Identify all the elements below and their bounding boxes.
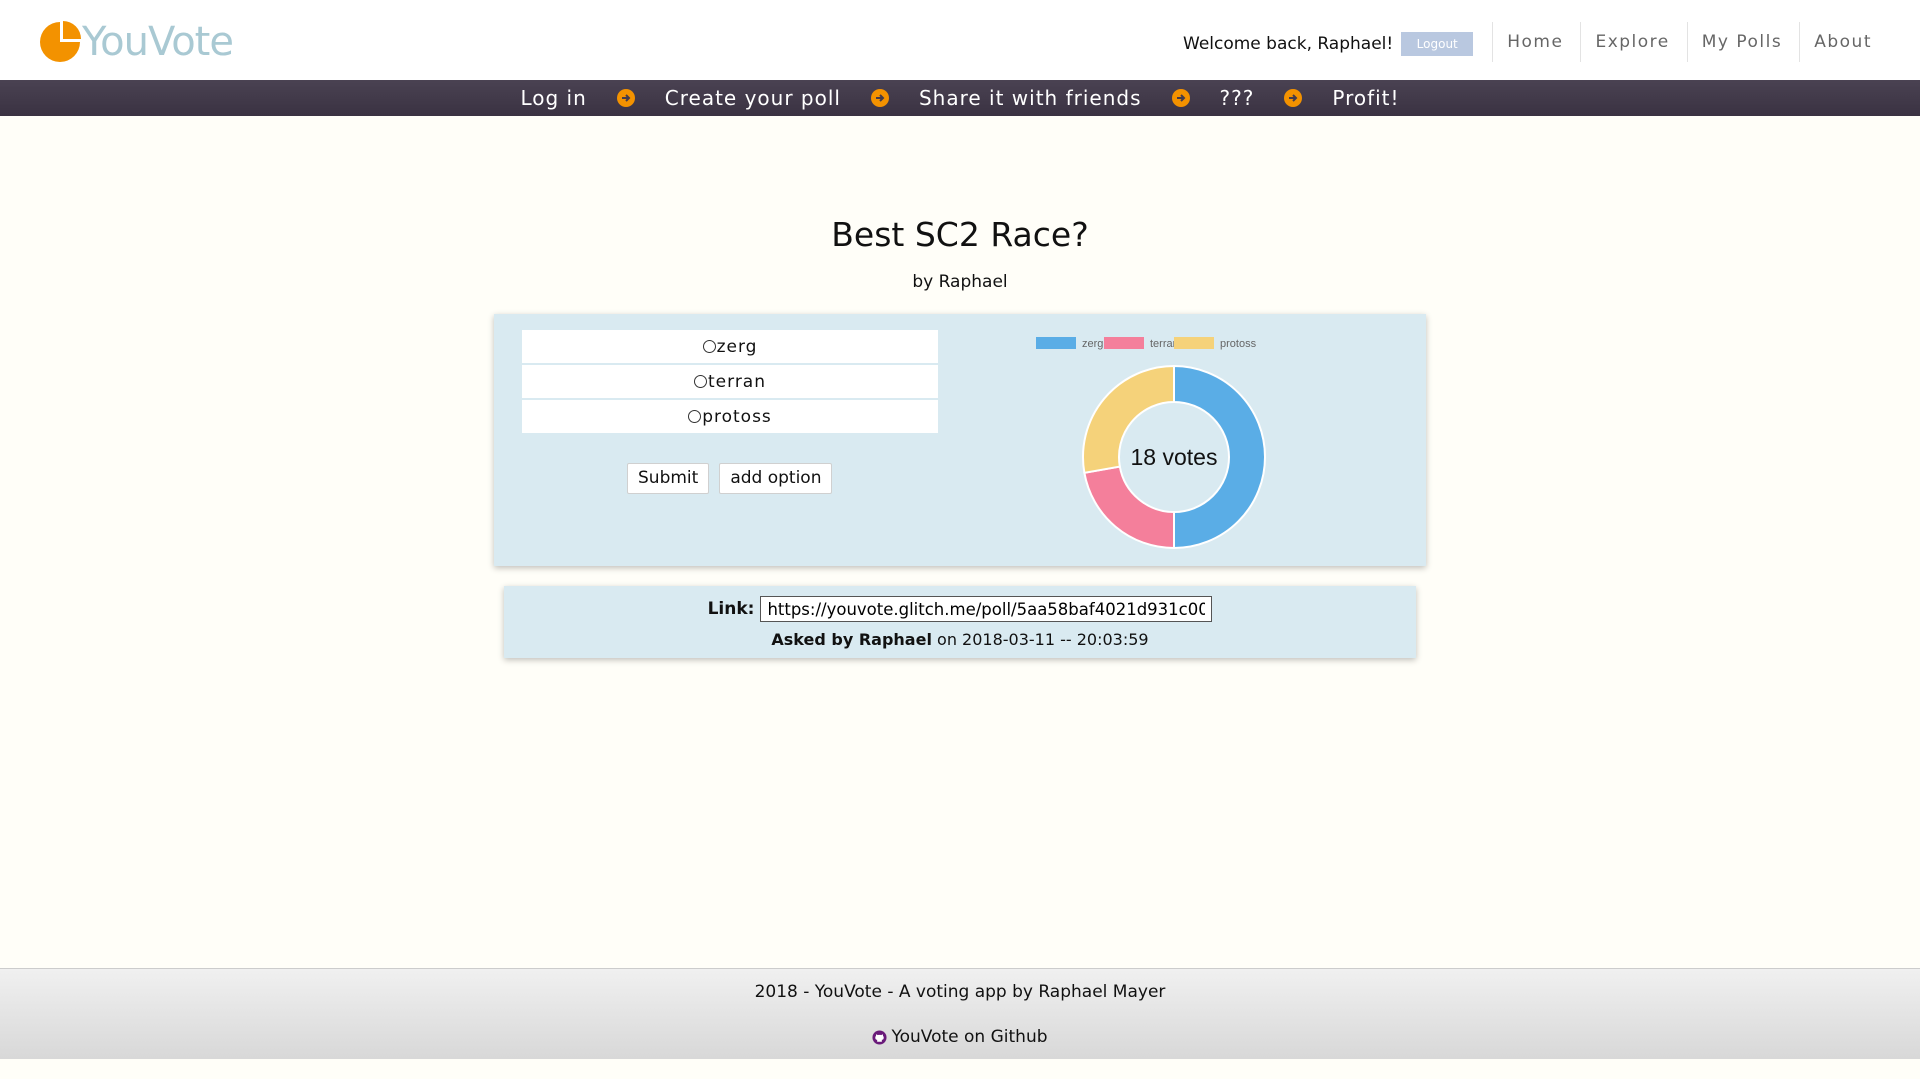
welcome-area: Welcome back, Raphael! Logout bbox=[1183, 32, 1474, 56]
arrow-circle-right-icon bbox=[616, 89, 635, 107]
logo[interactable]: YouVote bbox=[37, 18, 234, 66]
radio-button[interactable] bbox=[702, 340, 716, 353]
github-link[interactable]: YouVote on Github bbox=[0, 1027, 1920, 1047]
header: YouVote Welcome back, Raphael! Logout Ho… bbox=[0, 0, 1920, 80]
footer: 2018 - YouVote - A voting app by Raphael… bbox=[0, 968, 1920, 1059]
step-profit: Profit! bbox=[1332, 86, 1400, 110]
welcome-text: Welcome back, Raphael! bbox=[1183, 34, 1394, 54]
share-card: Link: Asked by Raphael on 2018-03-11 -- … bbox=[504, 586, 1416, 658]
step-share: Share it with friends bbox=[918, 86, 1142, 110]
app-name: YouVote bbox=[82, 19, 234, 65]
nav-my-polls[interactable]: My Polls bbox=[1686, 22, 1799, 62]
step-login: Log in bbox=[520, 86, 587, 110]
main-nav: Home Explore My Polls About bbox=[1492, 22, 1889, 62]
link-row: Link: bbox=[504, 596, 1416, 622]
steps-bar: Log in Create your poll Share it with fr… bbox=[0, 80, 1920, 116]
poll-options: zerg terran protoss bbox=[522, 330, 938, 435]
option-terran[interactable]: terran bbox=[522, 365, 938, 398]
footer-credit: 2018 - YouVote - A voting app by Raphael… bbox=[754, 982, 1166, 1002]
option-label: terran bbox=[708, 371, 766, 392]
arrow-circle-right-icon bbox=[870, 89, 889, 107]
submit-button[interactable]: Submit bbox=[627, 463, 710, 494]
nav-home[interactable]: Home bbox=[1492, 22, 1580, 62]
github-icon bbox=[872, 1029, 888, 1045]
radio-button[interactable] bbox=[694, 375, 707, 388]
poll-title: Best SC2 Race? bbox=[831, 215, 1089, 254]
link-label: Link: bbox=[707, 599, 755, 619]
poll-actions: Submit add option bbox=[627, 463, 833, 494]
poll-link-input[interactable] bbox=[760, 596, 1213, 622]
votes-total-label: 18 votes bbox=[1131, 444, 1218, 470]
logout-button[interactable]: Logout bbox=[1401, 32, 1474, 56]
arrow-circle-right-icon bbox=[1171, 89, 1190, 107]
option-label: zerg bbox=[716, 336, 758, 357]
add-option-button[interactable]: add option bbox=[719, 463, 833, 494]
legend-item-protoss[interactable]: protoss bbox=[1174, 337, 1257, 350]
legend-swatch bbox=[1104, 337, 1144, 349]
option-zerg[interactable]: zerg bbox=[522, 330, 938, 363]
step-create-poll: Create your poll bbox=[664, 86, 841, 110]
pie-logo-icon bbox=[40, 21, 81, 62]
option-protoss[interactable]: protoss bbox=[522, 400, 938, 433]
legend-swatch bbox=[1036, 337, 1076, 349]
step-unknown: ??? bbox=[1219, 86, 1255, 110]
legend-label: protoss bbox=[1220, 338, 1257, 350]
arrow-circle-right-icon bbox=[1284, 89, 1303, 107]
asked-info: Asked by Raphael on 2018-03-11 -- 20:03:… bbox=[504, 630, 1416, 649]
nav-explore[interactable]: Explore bbox=[1580, 22, 1686, 62]
poll-card: zerg terran protoss Submit add option ze… bbox=[494, 314, 1426, 566]
legend-swatch bbox=[1174, 337, 1214, 349]
legend-item-zerg[interactable]: zerg bbox=[1036, 337, 1103, 350]
radio-button[interactable] bbox=[688, 410, 702, 423]
asked-by: Asked by Raphael bbox=[771, 630, 932, 649]
option-label: protoss bbox=[702, 406, 772, 427]
votes-doughnut-chart: zerg terran protoss 18 votes bbox=[1036, 337, 1266, 550]
slice-terran[interactable] bbox=[1083, 465, 1175, 550]
legend-item-terran[interactable]: terran bbox=[1104, 337, 1179, 350]
poll-author: by Raphael bbox=[912, 272, 1008, 292]
github-link-label: YouVote on Github bbox=[891, 1027, 1048, 1047]
legend-label: zerg bbox=[1082, 338, 1103, 350]
nav-about[interactable]: About bbox=[1799, 22, 1889, 62]
asked-on: on 2018-03-11 -- 20:03:59 bbox=[931, 630, 1149, 649]
